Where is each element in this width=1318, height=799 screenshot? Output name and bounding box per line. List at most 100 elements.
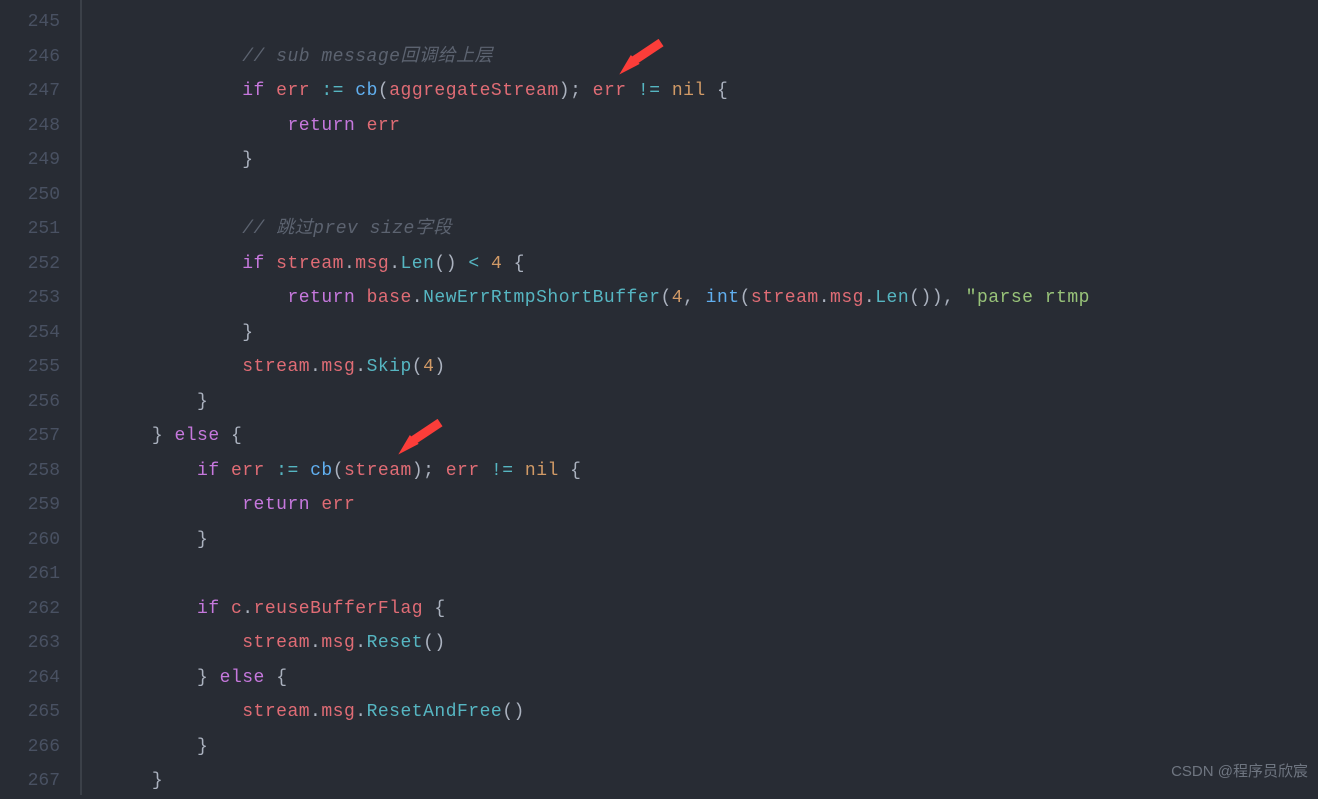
token-comment: // 跳过prev size字段: [242, 212, 452, 247]
token-ident: stream: [242, 626, 310, 661]
token-keyword: if: [197, 592, 220, 627]
line-number: 253: [0, 281, 60, 316]
token-op: <: [468, 247, 479, 282]
token-punct: }: [197, 523, 208, 558]
token-plain: [480, 454, 491, 489]
token-paren: (): [502, 695, 525, 730]
token-func: int: [706, 281, 740, 316]
code-line: [84, 5, 1090, 40]
token-ident: msg: [321, 350, 355, 385]
line-number-gutter: 2452462472482492502512522532542552562572…: [0, 0, 80, 795]
line-number: 260: [0, 523, 60, 558]
code-line: // 跳过prev size字段: [84, 212, 1090, 247]
line-number: 262: [0, 592, 60, 627]
token-num: nil: [672, 74, 706, 109]
token-paren: ): [559, 74, 570, 109]
token-punct: }: [197, 385, 208, 420]
line-number: 266: [0, 730, 60, 765]
token-keyword: else: [174, 419, 219, 454]
token-ident: err: [446, 454, 480, 489]
token-paren: ): [434, 350, 445, 385]
token-punct: ,: [943, 281, 966, 316]
token-keyword: else: [220, 661, 265, 696]
code-line: return err: [84, 488, 1090, 523]
code-line: } else {: [84, 419, 1090, 454]
token-punct: .: [310, 626, 321, 661]
token-punct: {: [434, 592, 445, 627]
token-plain: [208, 661, 219, 696]
token-punct: {: [276, 661, 287, 696]
token-ident: msg: [321, 695, 355, 730]
token-plain: [661, 74, 672, 109]
token-punct: .: [242, 592, 253, 627]
token-punct: .: [310, 695, 321, 730]
token-plain: [559, 454, 570, 489]
code-line: return err: [84, 109, 1090, 144]
token-paren: (: [378, 74, 389, 109]
token-ident: stream: [242, 350, 310, 385]
token-ident: stream: [242, 695, 310, 730]
token-plain: [423, 592, 434, 627]
token-ident: reuseBufferFlag: [254, 592, 424, 627]
token-plain: [163, 419, 174, 454]
line-number: 252: [0, 247, 60, 282]
token-paren: (: [412, 350, 423, 385]
code-line: } else {: [84, 661, 1090, 696]
token-punct: .: [344, 247, 355, 282]
token-func: cb: [355, 74, 378, 109]
code-line: // sub message回调给上层: [84, 40, 1090, 75]
token-keyword: if: [242, 247, 265, 282]
token-keyword: return: [287, 281, 355, 316]
token-plain: [265, 661, 276, 696]
code-area[interactable]: // sub message回调给上层 if err := cb(aggrega…: [82, 0, 1090, 795]
token-keyword: return: [287, 109, 355, 144]
line-number: 256: [0, 385, 60, 420]
token-ident: err: [276, 74, 310, 109]
token-punct: }: [197, 730, 208, 765]
code-line: stream.msg.Skip(4): [84, 350, 1090, 385]
token-punct: .: [355, 626, 366, 661]
token-keyword: return: [242, 488, 310, 523]
code-line: if err := cb(aggregateStream); err != ni…: [84, 74, 1090, 109]
token-plain: [220, 592, 231, 627]
token-punct: ;: [570, 74, 593, 109]
line-number: 255: [0, 350, 60, 385]
line-number: 263: [0, 626, 60, 661]
token-ident: err: [367, 109, 401, 144]
token-op: :=: [276, 454, 299, 489]
token-plain: [627, 74, 638, 109]
code-line: return base.NewErrRtmpShortBuffer(4, int…: [84, 281, 1090, 316]
token-punct: }: [197, 661, 208, 696]
line-number: 254: [0, 316, 60, 351]
token-op: !=: [638, 74, 661, 109]
line-number: 245: [0, 5, 60, 40]
token-plain: [220, 419, 231, 454]
token-keyword: if: [242, 74, 265, 109]
line-number: 267: [0, 764, 60, 799]
line-number: 265: [0, 695, 60, 730]
token-ident: msg: [355, 247, 389, 282]
token-num: 4: [423, 350, 434, 385]
code-line: }: [84, 385, 1090, 420]
token-ident: base: [367, 281, 412, 316]
token-ident: stream: [276, 247, 344, 282]
token-punct: }: [152, 419, 163, 454]
line-number: 259: [0, 488, 60, 523]
token-paren: (: [333, 454, 344, 489]
token-punct: .: [355, 695, 366, 730]
token-plain: [706, 74, 717, 109]
code-line: if err := cb(stream); err != nil {: [84, 454, 1090, 489]
token-plain: [457, 247, 468, 282]
watermark: CSDN @程序员欣宸: [1171, 755, 1308, 790]
token-ident: msg: [830, 281, 864, 316]
code-line: if c.reuseBufferFlag {: [84, 592, 1090, 627]
token-punct: {: [717, 74, 728, 109]
token-punct: .: [412, 281, 423, 316]
token-plain: [502, 247, 513, 282]
token-plain: [480, 247, 491, 282]
token-plain: [265, 74, 276, 109]
token-punct: }: [242, 143, 253, 178]
code-editor: 2452462472482492502512522532542552562572…: [0, 0, 1318, 795]
token-num: 4: [491, 247, 502, 282]
token-ident: err: [231, 454, 265, 489]
